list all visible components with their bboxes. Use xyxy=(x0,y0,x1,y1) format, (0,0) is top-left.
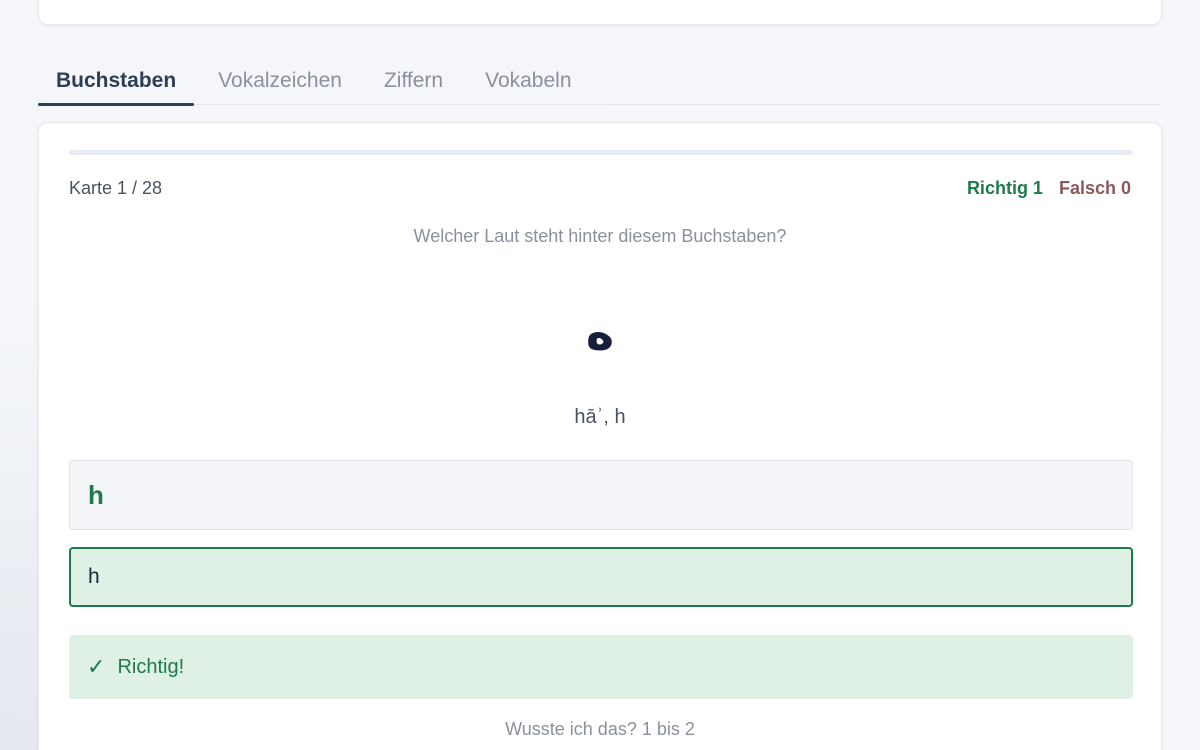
progress-bar xyxy=(69,150,1133,155)
tab-vokalzeichen[interactable]: Vokalzeichen xyxy=(200,56,360,105)
card-counter: Karte 1 / 28 xyxy=(69,178,163,198)
tab-ziffern[interactable]: Ziffern xyxy=(366,56,461,105)
transliteration: hāʾ, h xyxy=(574,406,626,428)
feedback-banner: ✓ Richtig! xyxy=(69,635,1133,699)
question-prompt: Welcher Laut steht hinter diesem Buchsta… xyxy=(413,226,787,246)
answer-input-value: h xyxy=(88,565,100,588)
score: Richtig 1 Falsch 0 xyxy=(967,178,1131,199)
tab-vokabeln[interactable]: Vokabeln xyxy=(467,56,589,105)
self-rating-prompt: Wusste ich das? 1 bis 2 xyxy=(505,719,695,739)
arabic-letter: ه xyxy=(585,305,615,361)
tab-buchstaben[interactable]: Buchstaben xyxy=(38,56,195,106)
feedback-text: Richtig! xyxy=(117,655,185,678)
expected-answer-text: h xyxy=(88,479,104,510)
answer-input[interactable]: h xyxy=(69,547,1133,607)
tab-bar: Buchstaben Vokalzeichen Ziffern Vokabeln xyxy=(38,56,1162,106)
top-card xyxy=(38,0,1162,25)
expected-answer: h xyxy=(69,460,1133,530)
score-wrong: Falsch 0 xyxy=(1058,178,1131,198)
flashcard: Karte 1 / 28 Richtig 1 Falsch 0 Welcher … xyxy=(38,122,1162,750)
score-right: Richtig 1 xyxy=(966,178,1043,198)
check-icon: ✓ xyxy=(87,654,106,679)
